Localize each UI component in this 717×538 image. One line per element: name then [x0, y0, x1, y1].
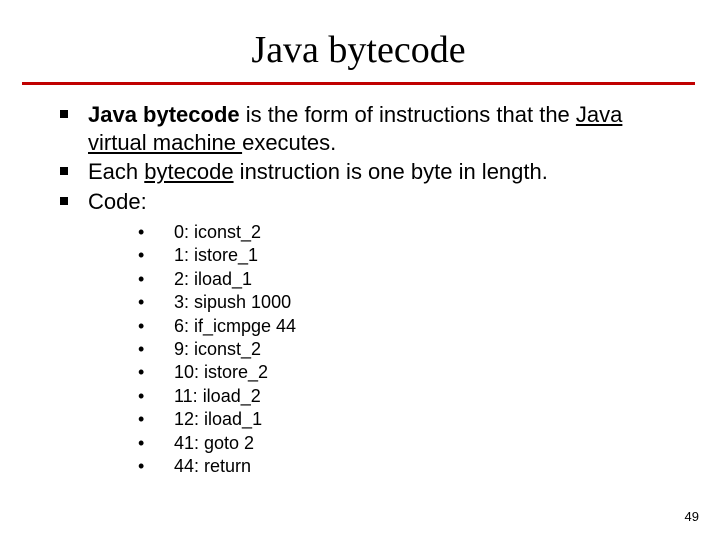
- bullet-1-text-b: executes.: [242, 130, 336, 155]
- bullet-2: Each bytecode instruction is one byte in…: [60, 158, 677, 186]
- code-line: 12: iload_1: [138, 408, 677, 431]
- bullet-3: Code:: [60, 188, 677, 216]
- code-line: 44: return: [138, 455, 677, 478]
- code-line: 6: if_icmpge 44: [138, 315, 677, 338]
- main-bullet-list: Java bytecode is the form of instruction…: [60, 101, 677, 215]
- code-line: 41: goto 2: [138, 432, 677, 455]
- bullet-1-bold: Java bytecode: [88, 102, 240, 127]
- code-line: 11: iload_2: [138, 385, 677, 408]
- code-line: 0: iconst_2: [138, 221, 677, 244]
- bullet-1-text-a: is the form of instructions that the: [240, 102, 576, 127]
- code-list: 0: iconst_2 1: istore_1 2: iload_1 3: si…: [60, 221, 677, 478]
- bullet-2-text-a: Each: [88, 159, 144, 184]
- code-line: 3: sipush 1000: [138, 291, 677, 314]
- code-line: 10: istore_2: [138, 361, 677, 384]
- slide-title: Java bytecode: [0, 0, 717, 82]
- content-area: Java bytecode is the form of instruction…: [0, 85, 717, 478]
- page-number: 49: [685, 509, 699, 524]
- code-line: 1: istore_1: [138, 244, 677, 267]
- bullet-2-link[interactable]: bytecode: [144, 159, 233, 184]
- bullet-1: Java bytecode is the form of instruction…: [60, 101, 677, 156]
- code-line: 2: iload_1: [138, 268, 677, 291]
- bullet-2-text-b: instruction is one byte in length.: [234, 159, 548, 184]
- code-line: 9: iconst_2: [138, 338, 677, 361]
